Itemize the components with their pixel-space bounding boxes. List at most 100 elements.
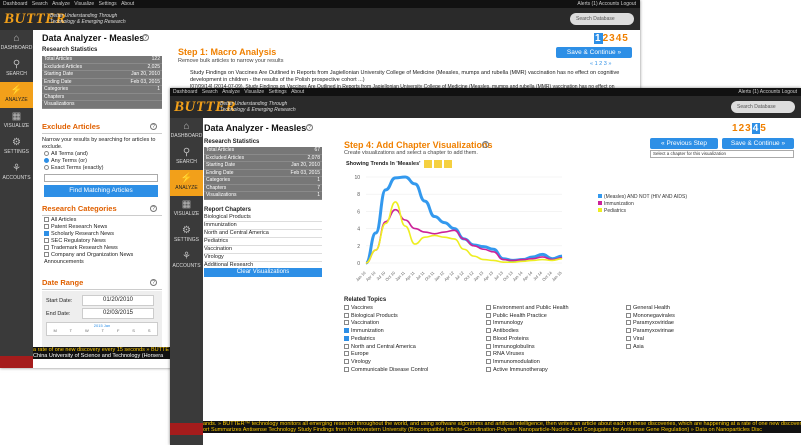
topic-item[interactable]: Paramyxovirinae bbox=[626, 328, 675, 336]
rail-dashboard[interactable]: ⌂ DASHBOARD bbox=[170, 118, 203, 144]
calendar[interactable]: 2015 Jan MTWTFSS bbox=[46, 322, 158, 336]
topic-item[interactable]: Immunoglobulins bbox=[486, 344, 569, 352]
checkbox[interactable] bbox=[626, 343, 631, 349]
category-item[interactable]: Patent Research News bbox=[44, 224, 164, 231]
checkbox[interactable] bbox=[44, 238, 49, 244]
radio[interactable] bbox=[44, 165, 49, 171]
result-item[interactable]: Study Findings on Vaccines Are Outlined … bbox=[190, 70, 630, 84]
checkbox[interactable] bbox=[44, 224, 49, 230]
previous-step-button[interactable]: « Previous Step bbox=[650, 138, 718, 149]
step-nav-item[interactable]: 5 bbox=[760, 123, 767, 134]
step-nav-item[interactable]: 5 bbox=[622, 33, 629, 44]
topic-item[interactable]: Public Health Practice bbox=[486, 313, 569, 321]
topic-item[interactable]: Immunization bbox=[344, 328, 428, 336]
radio[interactable] bbox=[44, 158, 49, 164]
checkbox[interactable] bbox=[44, 217, 49, 223]
help-icon[interactable]: ? bbox=[150, 205, 157, 212]
rail-analyze[interactable]: ⚡ ANALYZE bbox=[170, 170, 203, 196]
category-item[interactable]: Trademark Research News bbox=[44, 245, 164, 252]
checkbox[interactable] bbox=[486, 366, 491, 372]
topic-item[interactable]: Vaccines bbox=[344, 305, 428, 313]
exclude-option[interactable]: Any Terms (or) bbox=[44, 158, 87, 165]
category-item[interactable]: SEC Regulatory News bbox=[44, 238, 164, 245]
help-icon[interactable]: ? bbox=[482, 141, 489, 148]
checkbox[interactable] bbox=[626, 335, 631, 341]
topic-item[interactable]: Biological Products bbox=[344, 313, 428, 321]
category-item[interactable]: Announcements bbox=[44, 259, 164, 266]
topic-item[interactable]: General Health bbox=[626, 305, 675, 313]
rail-accounts[interactable]: ⚘ ACCOUNTS bbox=[170, 248, 203, 274]
checkbox[interactable] bbox=[344, 305, 349, 311]
checkbox[interactable] bbox=[344, 343, 349, 349]
rail-visualize[interactable]: ▦ VISUALIZE bbox=[0, 108, 33, 134]
menu-settings[interactable]: Settings bbox=[269, 89, 287, 95]
rail-accounts[interactable]: ⚘ ACCOUNTS bbox=[0, 160, 33, 186]
checkbox[interactable] bbox=[44, 245, 49, 251]
topic-item[interactable]: North and Central America bbox=[344, 344, 428, 352]
rail-settings[interactable]: ⚙ SETTINGS bbox=[170, 222, 203, 248]
checkbox[interactable] bbox=[44, 231, 49, 237]
chapter-item[interactable]: Vaccination bbox=[204, 246, 322, 254]
help-icon[interactable]: ? bbox=[306, 124, 313, 131]
chapter-item[interactable]: Virology bbox=[204, 254, 322, 262]
checkbox[interactable] bbox=[486, 335, 491, 341]
topic-item[interactable]: Immunomodulation bbox=[486, 359, 569, 367]
menu-about[interactable]: About bbox=[121, 1, 134, 7]
trend-chart[interactable]: 0246810Jan 10Apr 10Jul 10Oct 10Jan 11Apr… bbox=[344, 171, 796, 291]
chapter-item[interactable]: Biological Products bbox=[204, 214, 322, 222]
chapter-item[interactable]: Immunization bbox=[204, 222, 322, 230]
checkbox[interactable] bbox=[486, 312, 491, 318]
topic-item[interactable]: Communicable Disease Control bbox=[344, 367, 428, 375]
topic-item[interactable]: Environment and Public Health bbox=[486, 305, 569, 313]
topic-item[interactable]: Virology bbox=[344, 359, 428, 367]
checkbox[interactable] bbox=[486, 343, 491, 349]
topic-item[interactable]: Mononegavirales bbox=[626, 313, 675, 321]
category-item[interactable]: Company and Organization News bbox=[44, 252, 164, 259]
topic-item[interactable]: Paramyxoviridae bbox=[626, 320, 675, 328]
rail-dashboard[interactable]: ⌂ DASHBOARD bbox=[0, 30, 33, 56]
step-nav-item[interactable]: 1 bbox=[594, 33, 603, 44]
checkbox[interactable] bbox=[486, 351, 491, 357]
line-chart-icon[interactable] bbox=[424, 160, 432, 168]
menu-search[interactable]: Search bbox=[202, 89, 218, 95]
chapter-select[interactable]: Select a chapter for this visualization bbox=[650, 150, 794, 158]
save-continue-button[interactable]: Save & Continue » bbox=[556, 47, 632, 58]
checkbox[interactable] bbox=[344, 366, 349, 372]
search-database-input[interactable]: Search Database bbox=[570, 13, 634, 25]
menu-dashboard[interactable]: Dashboard bbox=[173, 89, 197, 95]
checkbox[interactable] bbox=[626, 320, 631, 326]
exclude-terms-input[interactable] bbox=[44, 174, 158, 182]
checkbox[interactable] bbox=[626, 328, 631, 334]
radio[interactable] bbox=[44, 151, 49, 157]
topic-item[interactable]: RNA Viruses bbox=[486, 351, 569, 359]
checkbox[interactable] bbox=[486, 358, 491, 364]
account-links[interactable]: Alerts (1) Accounts Logout bbox=[577, 0, 636, 8]
checkbox[interactable] bbox=[626, 305, 631, 311]
help-icon[interactable]: ? bbox=[150, 279, 157, 286]
chapter-item[interactable]: Pediatrics bbox=[204, 238, 322, 246]
help-icon[interactable]: ? bbox=[142, 34, 149, 41]
topic-item[interactable]: Asia bbox=[626, 344, 675, 352]
menu-visualize[interactable]: Visualize bbox=[244, 89, 264, 95]
checkbox[interactable] bbox=[626, 312, 631, 318]
topic-item[interactable]: Viral bbox=[626, 336, 675, 344]
exclude-option[interactable]: Exact Terms (exactly) bbox=[44, 165, 103, 172]
checkbox[interactable] bbox=[344, 312, 349, 318]
topic-item[interactable]: Pediatrics bbox=[344, 336, 428, 344]
bar-chart-icon[interactable] bbox=[434, 160, 442, 168]
checkbox[interactable] bbox=[344, 335, 349, 341]
end-date-input[interactable]: 02/03/2015 bbox=[82, 308, 154, 319]
checkbox[interactable] bbox=[486, 320, 491, 326]
topic-item[interactable]: Immunology bbox=[486, 320, 569, 328]
rail-search[interactable]: ⚲ SEARCH bbox=[0, 56, 33, 82]
checkbox[interactable] bbox=[344, 328, 349, 334]
menu-about[interactable]: About bbox=[291, 89, 304, 95]
checkbox[interactable] bbox=[44, 252, 49, 258]
help-icon[interactable]: ? bbox=[150, 123, 157, 130]
rail-analyze[interactable]: ⚡ ANALYZE bbox=[0, 82, 33, 108]
checkbox[interactable] bbox=[486, 305, 491, 311]
menu-search[interactable]: Search bbox=[32, 1, 48, 7]
rail-search[interactable]: ⚲ SEARCH bbox=[170, 144, 203, 170]
checkbox[interactable] bbox=[344, 358, 349, 364]
save-continue-button[interactable]: Save & Continue » bbox=[722, 138, 794, 149]
